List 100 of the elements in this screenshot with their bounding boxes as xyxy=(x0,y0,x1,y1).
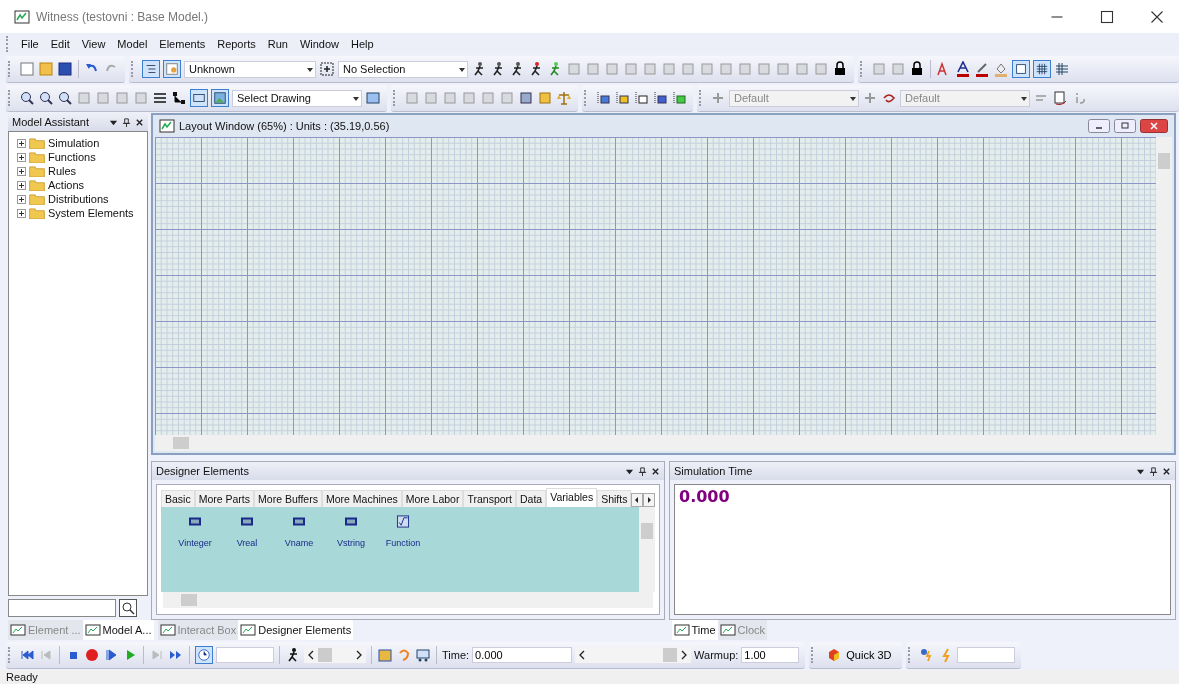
expander-icon[interactable] xyxy=(17,194,26,204)
padlock-icon[interactable] xyxy=(909,61,925,77)
expander-icon[interactable] xyxy=(17,138,26,148)
fill-bucket-icon[interactable] xyxy=(993,61,1009,77)
pin-icon[interactable] xyxy=(122,117,131,127)
time-field[interactable]: 0.000 xyxy=(472,646,573,663)
element-label[interactable]: Vreal xyxy=(236,538,258,548)
variable-icon[interactable] xyxy=(188,515,202,528)
close-icon[interactable] xyxy=(1162,466,1171,476)
menu-item[interactable]: Model xyxy=(112,36,153,52)
zoom-fit-icon[interactable] xyxy=(57,90,73,106)
document-icon[interactable] xyxy=(1052,90,1068,106)
scrollbar-thumb[interactable] xyxy=(318,647,332,662)
element-label[interactable]: Vname xyxy=(284,538,314,548)
minimize-button[interactable] xyxy=(1088,119,1110,133)
panel-icon[interactable] xyxy=(365,90,381,106)
menu-item[interactable]: Edit xyxy=(45,36,75,52)
search-field[interactable] xyxy=(8,599,116,617)
close-button[interactable] xyxy=(1140,119,1168,133)
element-label[interactable]: Vstring xyxy=(337,538,365,548)
text-field[interactable] xyxy=(956,646,1015,663)
time-scrollbar[interactable] xyxy=(575,646,692,663)
padlock-icon[interactable] xyxy=(832,61,848,77)
font-color-icon[interactable] xyxy=(955,61,971,77)
horizontal-scrollbar[interactable] xyxy=(163,592,653,608)
palette-tab[interactable]: Data xyxy=(516,490,547,507)
plus-frame-icon[interactable] xyxy=(319,61,335,77)
label-icon[interactable] xyxy=(595,90,611,106)
grid-settings-icon[interactable] xyxy=(1054,61,1070,77)
record-icon[interactable] xyxy=(84,646,100,663)
tree-item[interactable]: Functions xyxy=(48,151,96,163)
clock-icon[interactable] xyxy=(195,645,213,664)
tree-item[interactable]: Distributions xyxy=(48,193,109,205)
balance-scale-icon[interactable] xyxy=(556,90,572,106)
panel-tab[interactable]: Designer Elements xyxy=(238,620,354,640)
variable-icon[interactable] xyxy=(240,515,254,528)
variable-icon[interactable] xyxy=(344,515,358,528)
pin-icon[interactable] xyxy=(638,466,647,476)
function-icon[interactable] xyxy=(396,515,410,528)
menu-item[interactable]: File xyxy=(16,36,44,52)
expander-icon[interactable] xyxy=(17,180,26,190)
tree-item[interactable]: Rules xyxy=(48,165,77,177)
picture-icon[interactable] xyxy=(211,89,229,107)
square-icon[interactable] xyxy=(671,90,687,106)
palette-tab[interactable]: Shifts xyxy=(597,490,632,507)
grid-icon[interactable] xyxy=(1033,60,1051,78)
expander-icon[interactable] xyxy=(17,152,26,162)
selection-dropdown[interactable]: No Selection xyxy=(338,60,468,78)
scrollbar-thumb[interactable] xyxy=(663,647,678,662)
palette-tab[interactable]: More Labor xyxy=(401,490,464,507)
vertical-scrollbar[interactable] xyxy=(1156,137,1172,435)
tree-item[interactable]: Simulation xyxy=(48,137,100,149)
palette-tab[interactable]: More Parts xyxy=(194,490,255,507)
palette-tab[interactable]: Basic xyxy=(161,490,195,507)
menu-item[interactable]: Window xyxy=(294,36,345,52)
menu-item[interactable]: Reports xyxy=(212,36,261,52)
search-icon[interactable] xyxy=(119,599,137,617)
speed-scrollbar[interactable] xyxy=(304,646,366,663)
vertical-scrollbar[interactable] xyxy=(639,507,655,592)
palette-tab[interactable]: More Buffers xyxy=(254,490,322,507)
greyed-tool-icon[interactable] xyxy=(710,90,726,106)
expander-icon[interactable] xyxy=(17,208,26,218)
person-card-icon[interactable] xyxy=(163,60,181,78)
pin-icon[interactable] xyxy=(1149,466,1158,476)
scroll-right-button[interactable] xyxy=(643,493,656,507)
window-icon[interactable] xyxy=(190,89,208,107)
palette-tab[interactable]: Transport xyxy=(463,490,516,507)
panel-tab[interactable]: Time xyxy=(671,620,718,640)
element-label[interactable]: Vinteger xyxy=(178,538,212,548)
step-icon[interactable] xyxy=(103,646,119,663)
list-view-icon[interactable] xyxy=(142,60,160,78)
zoom-out-icon[interactable] xyxy=(38,90,54,106)
zoom-in-icon[interactable] xyxy=(19,90,35,106)
save-icon[interactable] xyxy=(57,61,73,77)
snap-grid-icon[interactable] xyxy=(1012,60,1030,78)
app-logo-icon xyxy=(10,624,26,636)
drawing-dropdown[interactable]: Select Drawing xyxy=(232,89,362,107)
menu-item[interactable]: View xyxy=(76,36,111,52)
palette-tab[interactable]: Variables xyxy=(546,488,598,507)
folder-icon xyxy=(29,193,45,205)
expander-icon[interactable] xyxy=(17,166,26,176)
warmup-field[interactable]: 1.00 xyxy=(741,646,800,663)
element-type-dropdown[interactable]: Unknown xyxy=(184,60,316,78)
horizontal-scrollbar[interactable] xyxy=(155,435,1172,451)
tree-item[interactable]: Actions xyxy=(48,179,85,191)
pen-color-icon[interactable] xyxy=(974,61,990,77)
variable-icon[interactable] xyxy=(292,515,306,528)
element-label[interactable]: Function xyxy=(385,538,421,548)
tree-item[interactable]: System Elements xyxy=(48,207,134,219)
panel-tab[interactable]: Model A... xyxy=(82,620,154,640)
cart-icon[interactable] xyxy=(415,646,431,663)
end-time-field[interactable] xyxy=(216,646,274,663)
menu-item[interactable]: Run xyxy=(262,36,293,52)
close-icon[interactable] xyxy=(651,466,660,476)
scroll-left-button[interactable] xyxy=(631,493,644,507)
restore-button[interactable] xyxy=(1114,119,1136,133)
close-icon[interactable] xyxy=(135,117,144,127)
menu-item[interactable]: Elements xyxy=(154,36,211,52)
menu-item[interactable]: Help xyxy=(346,36,379,52)
palette-tab[interactable]: More Machines xyxy=(321,490,402,507)
